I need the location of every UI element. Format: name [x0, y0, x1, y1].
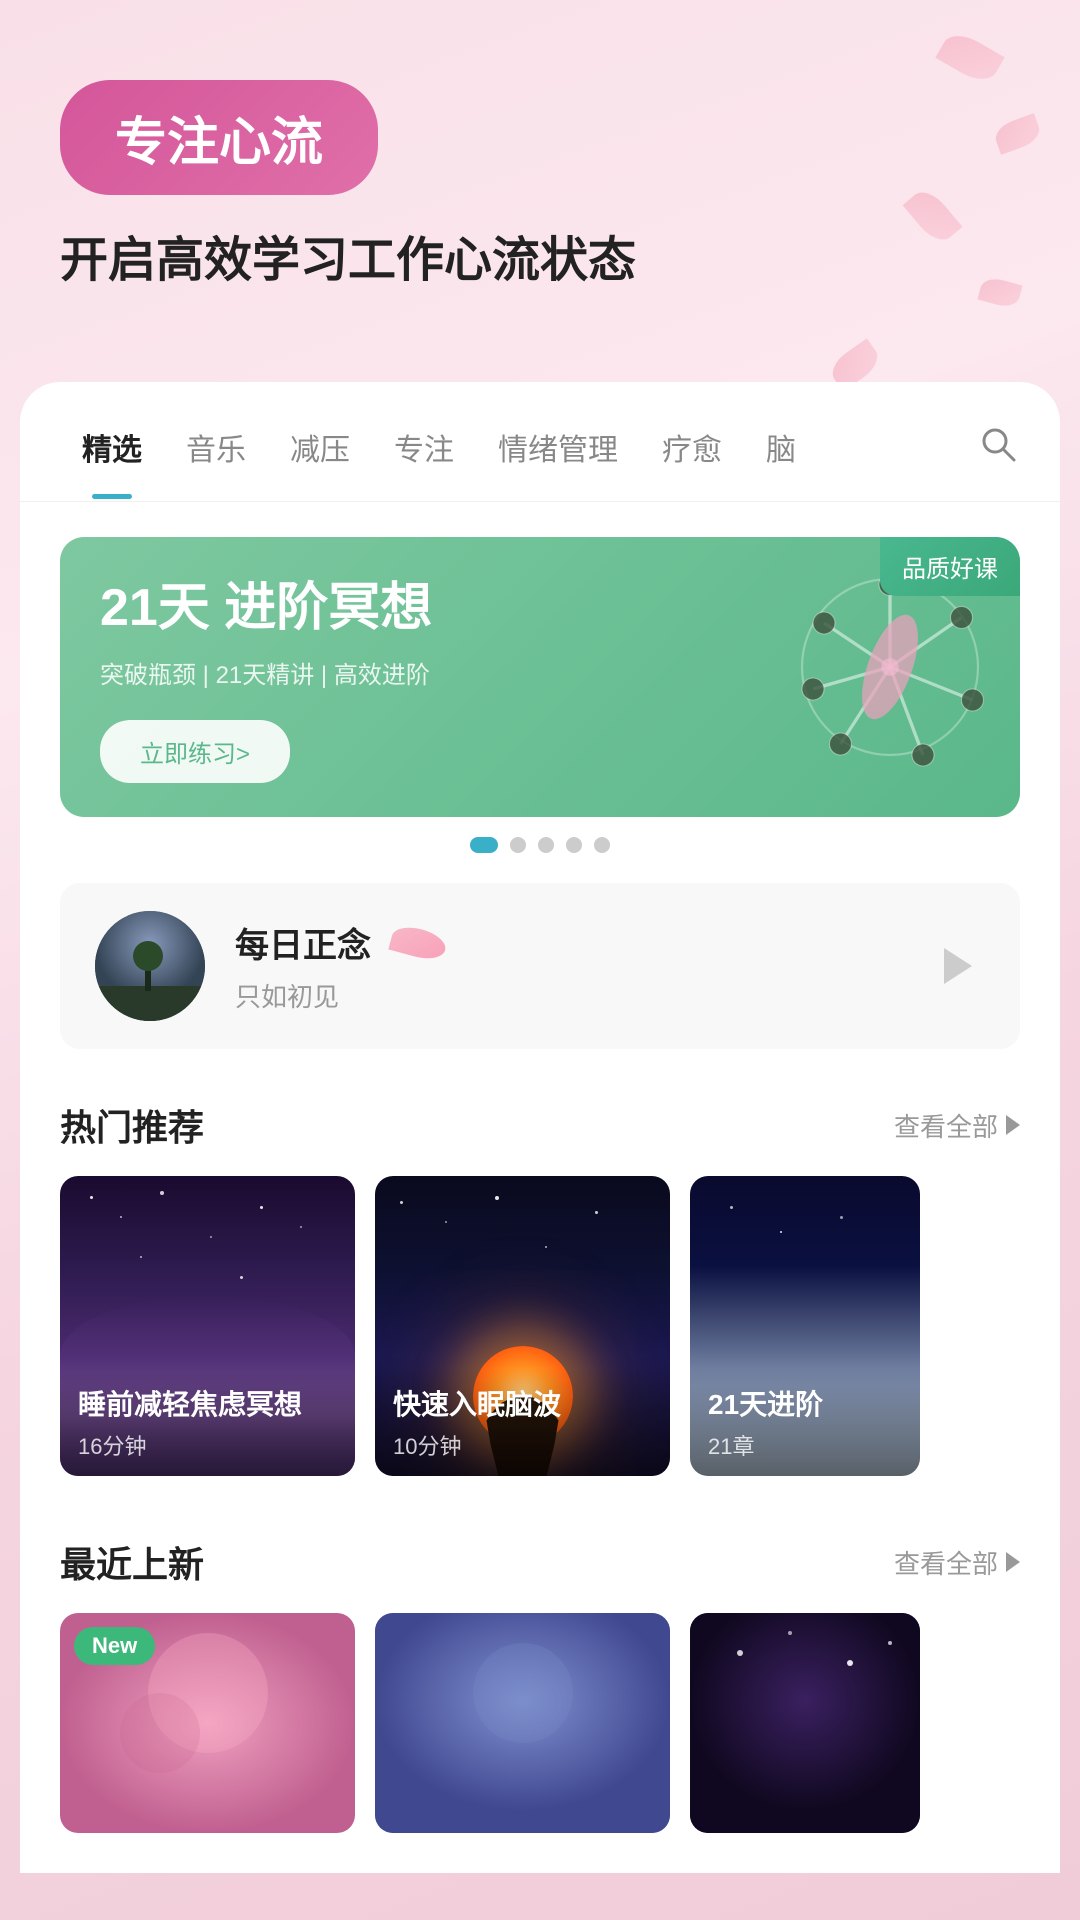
banner-content: 品质好课 21天 进阶冥想 突破瓶颈 | 21天精讲 | 高效进阶 立即练习> [60, 537, 1020, 817]
chevron-right-icon-2 [1006, 1552, 1020, 1572]
daily-title: 每日正念 [235, 918, 371, 967]
card-duration-2: 10分钟 [393, 1429, 652, 1461]
hero-subtitle: 开启高效学习工作心流状态 [60, 230, 1020, 292]
recent-card-image-2 [375, 1613, 670, 1833]
recent-card-image-3 [690, 1613, 920, 1833]
avatar-image [95, 911, 205, 1021]
tab-emotion[interactable]: 情绪管理 [476, 425, 640, 499]
card-caption-2: 快速入眠脑波 10分钟 [375, 1368, 670, 1476]
recent-section: 最近上新 查看全部 [20, 1486, 1060, 1833]
recent-card-3[interactable] [690, 1613, 920, 1833]
chevron-right-icon [1006, 1115, 1020, 1135]
card-duration-1: 16分钟 [78, 1429, 337, 1461]
recent-section-title: 最近上新 [60, 1536, 204, 1588]
card-image-3: 21天进阶 21章 [690, 1176, 920, 1476]
avatar-scene [95, 911, 205, 1021]
search-button[interactable] [976, 422, 1020, 501]
recent-card-image-1: New [60, 1613, 355, 1833]
tab-decompression[interactable]: 减压 [268, 425, 372, 499]
avatar [95, 911, 205, 1021]
play-button[interactable] [925, 936, 985, 996]
hot-section-title: 热门推荐 [60, 1099, 204, 1151]
card-name-2: 快速入眠脑波 [393, 1383, 652, 1423]
recent-more-label: 查看全部 [894, 1544, 998, 1581]
hero-section: 专注心流 开启高效学习工作心流状态 [0, 0, 1080, 352]
petal-icon [388, 922, 448, 963]
category-tabs: 精选 音乐 减压 专注 情绪管理 疗愈 脑 [20, 382, 1060, 502]
hot-card-3[interactable]: 21天进阶 21章 [690, 1176, 920, 1476]
dot-5[interactable] [594, 837, 610, 853]
recent-card-visual-3 [690, 1613, 920, 1833]
hot-cards-row: 睡前减轻焦虑冥想 16分钟 快速入眠脑波 10分钟 [20, 1176, 1060, 1476]
card-caption-3: 21天进阶 21章 [690, 1368, 920, 1476]
play-icon [944, 948, 972, 984]
search-icon [976, 422, 1020, 466]
hot-more-label: 查看全部 [894, 1107, 998, 1144]
recent-card-2[interactable] [375, 1613, 670, 1833]
card-duration-3: 21章 [708, 1429, 902, 1461]
tab-focus[interactable]: 专注 [372, 425, 476, 499]
tab-brain[interactable]: 脑 [744, 425, 818, 499]
hot-section-more[interactable]: 查看全部 [894, 1107, 1020, 1144]
recent-cards-row: New [20, 1613, 1060, 1833]
card-caption-1: 睡前减轻焦虑冥想 16分钟 [60, 1368, 355, 1476]
daily-info: 每日正念 只如初见 [235, 918, 895, 1014]
card-image-2: 快速入眠脑波 10分钟 [375, 1176, 670, 1476]
daily-mindfulness-card[interactable]: 每日正念 只如初见 [60, 883, 1020, 1049]
card-name-1: 睡前减轻焦虑冥想 [78, 1383, 337, 1423]
carousel-dots [20, 837, 1060, 853]
dot-1[interactable] [470, 837, 498, 853]
hot-card-2[interactable]: 快速入眠脑波 10分钟 [375, 1176, 670, 1476]
daily-subtitle: 只如初见 [235, 977, 895, 1014]
tab-healing[interactable]: 疗愈 [640, 425, 744, 499]
tab-music[interactable]: 音乐 [164, 425, 268, 499]
dot-4[interactable] [566, 837, 582, 853]
recent-card-visual-2 [375, 1613, 670, 1833]
recent-section-header: 最近上新 查看全部 [20, 1486, 1060, 1613]
banner-carousel[interactable]: 品质好课 21天 进阶冥想 突破瓶颈 | 21天精讲 | 高效进阶 立即练习> [60, 537, 1020, 817]
new-badge: New [74, 1627, 155, 1665]
recent-section-more[interactable]: 查看全部 [894, 1544, 1020, 1581]
banner-desc: 突破瓶颈 | 21天精讲 | 高效进阶 [100, 655, 980, 690]
card-name-3: 21天进阶 [708, 1383, 902, 1423]
main-card: 精选 音乐 减压 专注 情绪管理 疗愈 脑 品质好课 21天 进阶冥想 突破瓶颈… [20, 382, 1060, 1873]
banner-title: 21天 进阶冥想 [100, 577, 980, 639]
dot-2[interactable] [510, 837, 526, 853]
hero-badge: 专注心流 [60, 80, 378, 195]
daily-title-row: 每日正念 [235, 918, 895, 967]
banner-cta-button[interactable]: 立即练习> [100, 720, 290, 783]
dot-3[interactable] [538, 837, 554, 853]
tab-jingxuan[interactable]: 精选 [60, 425, 164, 499]
hot-card-1[interactable]: 睡前减轻焦虑冥想 16分钟 [60, 1176, 355, 1476]
hot-section-header: 热门推荐 查看全部 [20, 1049, 1060, 1176]
recent-card-1[interactable]: New [60, 1613, 355, 1833]
banner-quality-badge: 品质好课 [880, 537, 1020, 596]
card-image-1: 睡前减轻焦虑冥想 16分钟 [60, 1176, 355, 1476]
